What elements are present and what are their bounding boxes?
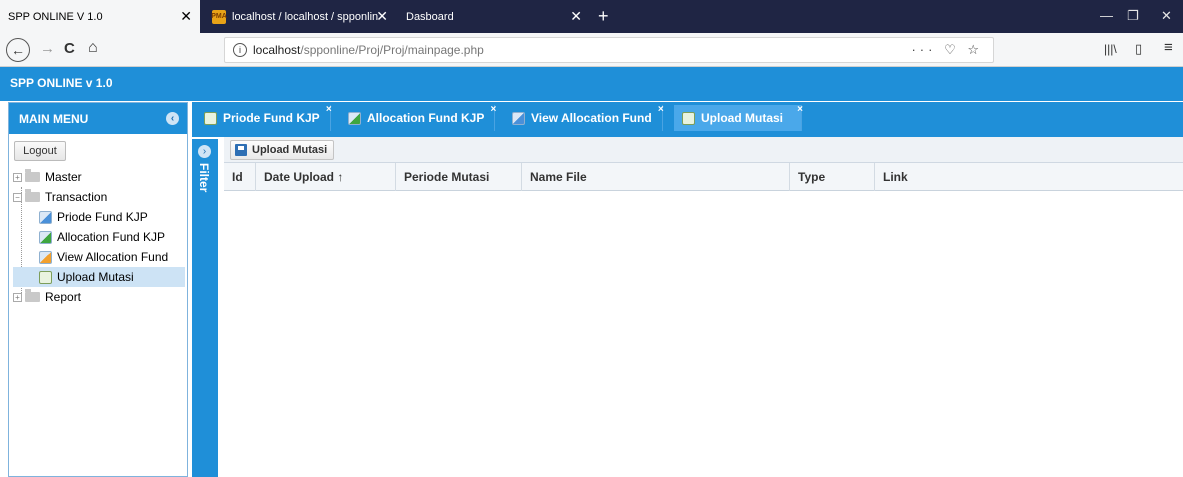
browser-tab-phpmyadmin[interactable]: PMA localhost / localhost / spponlin ✕ [204, 0, 396, 33]
tab-label: Priode Fund KJP [223, 111, 320, 125]
expand-filter-icon[interactable]: › [198, 145, 211, 158]
add-document-icon [39, 230, 52, 244]
close-icon[interactable]: × [326, 104, 332, 115]
sidebar-toggle-icon[interactable]: ▯ [1135, 41, 1142, 57]
phpmyadmin-favicon-icon: PMA [211, 9, 227, 24]
browser-tab-dashboard[interactable]: Dasboard ✕ [398, 0, 590, 33]
collapse-tree-icon[interactable]: − [13, 192, 22, 202]
info-icon[interactable]: i [233, 43, 247, 57]
column-header-type[interactable]: Type [790, 163, 875, 191]
browser-tab-strip: SPP ONLINE V 1.0 ✕ PMA localhost / local… [0, 0, 1183, 33]
collapse-icon[interactable]: ‹ [166, 112, 179, 125]
filter-label: Filter [197, 163, 211, 193]
app-header: SPP ONLINE v 1.0 [0, 67, 1183, 101]
restore-icon[interactable]: ❐ [1127, 8, 1139, 24]
tree-label: Report [45, 290, 82, 304]
close-icon[interactable]: ✕ [376, 8, 388, 25]
close-icon[interactable]: × [797, 104, 803, 115]
tree-label: Allocation Fund KJP [57, 230, 166, 244]
column-header-link[interactable]: Link [875, 163, 1183, 191]
save-icon [235, 144, 247, 156]
folder-icon [25, 169, 40, 182]
browser-tab-title: localhost / localhost / spponlin [232, 10, 379, 23]
spreadsheet-icon [204, 111, 217, 125]
url-host: localhost [253, 43, 301, 57]
upload-mutasi-label: Upload Mutasi [252, 144, 328, 156]
tree-item-allocation-fund-kjp[interactable]: Allocation Fund KJP [13, 227, 185, 247]
tab-view-allocation-fund[interactable]: View Allocation Fund × [504, 104, 664, 131]
home-icon[interactable]: ⌂ [88, 39, 98, 57]
browser-tab-spp-online[interactable]: SPP ONLINE V 1.0 ✕ [0, 0, 200, 33]
tree-label: View Allocation Fund [57, 250, 169, 264]
library-icon[interactable]: |||\ [1104, 42, 1117, 56]
close-icon[interactable]: × [658, 104, 664, 115]
tree-item-priode-fund-kjp[interactable]: Priode Fund KJP [13, 207, 185, 227]
tree-folder-transaction[interactable]: − Transaction [13, 187, 185, 207]
back-arrow-icon[interactable]: ← [6, 38, 30, 62]
filter-panel-collapsed[interactable]: › Filter [192, 139, 218, 477]
column-header-name-file[interactable]: Name File [522, 163, 790, 191]
menu-tree: + Master − Transaction Priode Fund KJP A… [13, 167, 185, 307]
grid-toolbar: Upload Mutasi [224, 137, 1183, 163]
column-header-periode-mutasi[interactable]: Periode Mutasi [396, 163, 522, 191]
menu-icon[interactable]: ≡ [1164, 39, 1173, 56]
browser-tab-title: Dasboard [406, 10, 454, 23]
page-actions-icon[interactable]: ··· ♡ ☆ [911, 42, 983, 58]
tab-upload-mutasi[interactable]: Upload Mutasi × [674, 104, 803, 131]
tree-folder-report[interactable]: + Report [13, 287, 185, 307]
close-window-icon[interactable]: ✕ [1161, 8, 1172, 24]
tab-priode-fund-kjp[interactable]: Priode Fund KJP × [196, 104, 332, 131]
new-tab-button[interactable]: + [598, 6, 609, 27]
tab-allocation-fund-kjp[interactable]: Allocation Fund KJP × [340, 104, 497, 131]
browser-tab-title: SPP ONLINE V 1.0 [8, 10, 103, 23]
url-path: /spponline/Proj/Proj/mainpage.php [300, 43, 484, 57]
grid-body [224, 191, 1183, 477]
forward-arrow-icon[interactable]: → [40, 40, 55, 57]
edit-document-icon [39, 210, 52, 224]
tree-label: Master [45, 170, 82, 184]
tree-label: Priode Fund KJP [57, 210, 148, 224]
tab-label: Allocation Fund KJP [367, 111, 485, 125]
tab-label: View Allocation Fund [531, 111, 652, 125]
logout-button[interactable]: Logout [14, 141, 66, 161]
app-title: SPP ONLINE v 1.0 [10, 76, 113, 90]
spreadsheet-icon [682, 111, 695, 125]
expand-icon[interactable]: + [13, 172, 22, 182]
spreadsheet-icon [39, 270, 52, 284]
folder-icon [25, 289, 40, 302]
add-document-icon [348, 111, 361, 125]
reload-icon[interactable]: C [64, 40, 75, 57]
close-icon[interactable]: ✕ [180, 8, 192, 25]
column-header-date-upload[interactable]: Date Upload ↑ [256, 163, 396, 191]
main-menu-title: MAIN MENU [19, 112, 89, 126]
tree-item-upload-mutasi[interactable]: Upload Mutasi [13, 267, 185, 287]
view-document-icon [512, 111, 525, 125]
tree-label: Transaction [45, 190, 108, 204]
folder-open-icon [25, 189, 40, 202]
tab-label: Upload Mutasi [701, 111, 784, 125]
upload-mutasi-button[interactable]: Upload Mutasi [230, 140, 335, 160]
main-menu-header: MAIN MENU ‹ [9, 103, 187, 134]
view-document-icon [39, 250, 52, 264]
browser-nav-bar: ← → C ⌂ i localhost/spponline/Proj/Proj/… [0, 33, 1183, 67]
app-tab-bar: Priode Fund KJP × Allocation Fund KJP × … [192, 102, 1183, 133]
column-header-id[interactable]: Id [224, 163, 256, 191]
main-menu-panel: MAIN MENU ‹ Logout + Master − Transactio… [8, 102, 188, 477]
grid-header: Id Date Upload ↑ Periode Mutasi Name Fil… [224, 163, 1183, 191]
close-icon[interactable]: ✕ [570, 8, 582, 25]
url-bar[interactable]: i localhost/spponline/Proj/Proj/mainpage… [224, 37, 994, 63]
tree-label: Upload Mutasi [57, 270, 134, 284]
minimize-icon[interactable]: — [1100, 8, 1113, 23]
tree-folder-master[interactable]: + Master [13, 167, 185, 187]
expand-icon[interactable]: + [13, 292, 22, 302]
tree-item-view-allocation-fund[interactable]: View Allocation Fund [13, 247, 185, 267]
close-icon[interactable]: × [491, 104, 497, 115]
